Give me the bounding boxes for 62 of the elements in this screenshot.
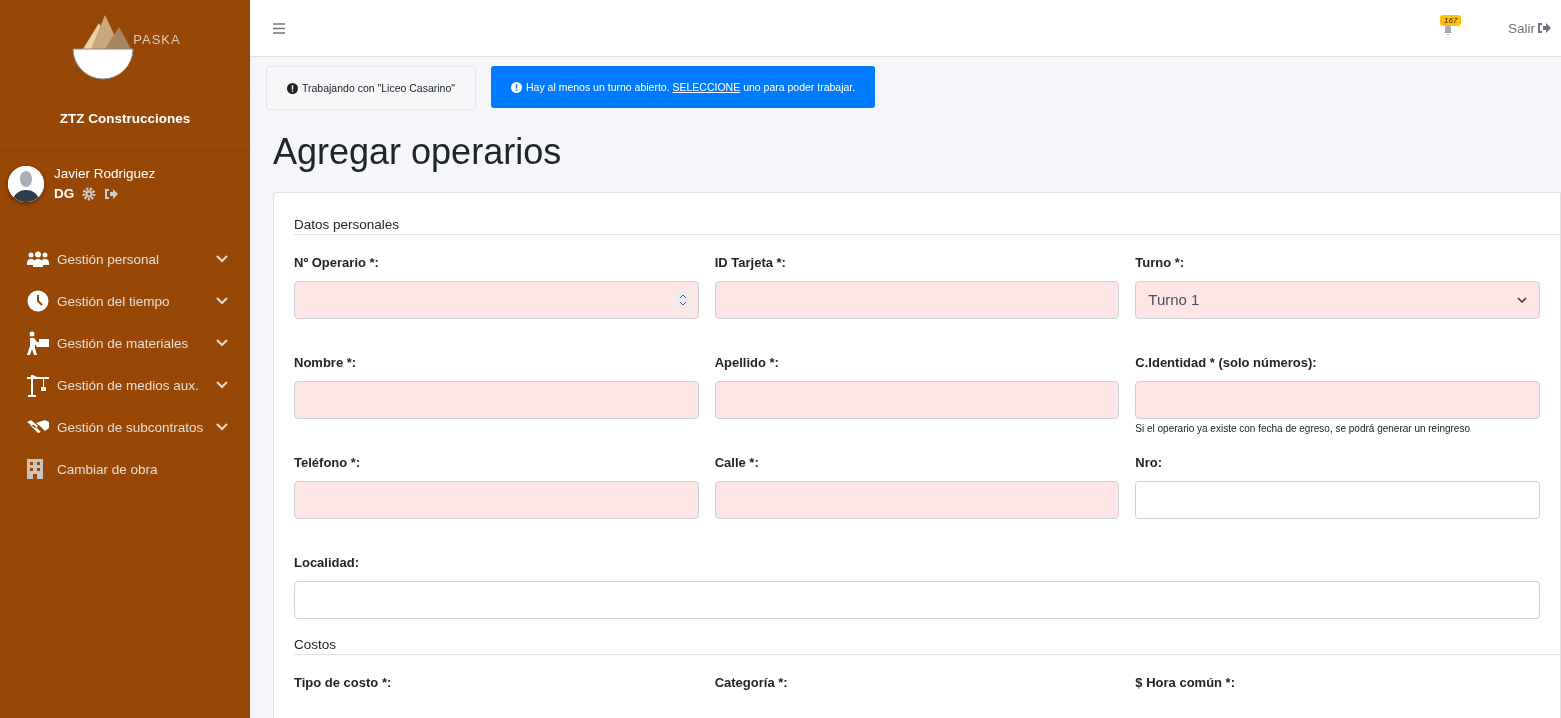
user-name: Javier Rodriguez [54,166,156,181]
text-input[interactable] [294,480,699,519]
settings-icon[interactable] [82,186,97,201]
field-label: Categoría *: [714,674,789,690]
crane-icon [27,373,49,397]
bell-icon[interactable] [1443,24,1453,36]
chevron-down-icon [216,339,228,347]
logout-icon[interactable] [104,187,119,200]
section-heading: Datos personales [294,216,1560,235]
logo-text: PASKA [133,32,181,47]
nav-item[interactable]: Cambiar de obra [27,448,250,490]
select-link[interactable]: SELECCIONE [672,81,741,93]
text-input[interactable] [294,580,1540,619]
text-input[interactable] [1135,480,1540,519]
chevron-down-icon [216,297,228,305]
nav-item[interactable]: Gestión de materiales [27,322,250,364]
field-label: Nº Operario *: [294,254,380,270]
nav-item[interactable]: Gestión personal [27,238,250,280]
field-label: C.Identidad * (solo números): [1135,354,1318,370]
logout-icon [1537,22,1551,34]
nav-item[interactable]: Gestión de medios aux. [27,364,250,406]
text-input[interactable] [1135,380,1540,419]
page-title: Agregar operarios [273,132,563,172]
notification-count: 167 [1440,15,1462,26]
handshake-icon [27,419,49,435]
number-input[interactable] [294,280,699,319]
field-label: Localidad: [294,554,360,570]
spinner-icon[interactable] [675,291,690,308]
building-icon [27,459,43,479]
chevron-down-icon [216,255,228,263]
exclamation-circle-icon [511,81,522,93]
avatar-silhouette-icon [8,166,44,202]
select-dropdown[interactable]: Turno 1 [1135,280,1540,319]
field-label: Tipo de costo *: [294,674,393,690]
person-carrying-box-icon [27,331,49,355]
people-icon [27,251,49,267]
help-text: Si el operario ya existe con fecha de egreso, se podrá generar un reingreso [1135,422,1471,434]
exclamation-circle-icon [287,82,298,94]
text-input[interactable] [714,380,1120,419]
text-input[interactable] [294,380,699,419]
user-role: DG [54,186,75,201]
field-label: Calle *: [714,454,760,470]
chevron-down-icon [216,381,228,389]
logout-link[interactable]: Salir [1508,20,1551,36]
clock-icon [27,290,49,312]
nav-item[interactable]: Gestión de subcontratos [27,406,250,448]
field-label: ID Tarjeta *: [714,254,787,270]
field-label: Teléfono *: [294,454,362,470]
company-name: ZTZ Construcciones [0,92,250,146]
chevron-down-icon [1517,296,1527,303]
info-text: Trabajando con "Liceo Casarino" [302,82,455,94]
field-label: $ Hora común *: [1135,674,1236,690]
chevron-down-icon [216,423,228,431]
field-label: Nombre *: [294,354,358,370]
section-heading: Costos [294,636,1560,655]
alert-text: Hay al menos un turno abierto. SELECCIONE uno para poder trabajar. [526,81,856,93]
text-input[interactable] [714,480,1120,519]
field-label: Apellido *: [714,354,780,370]
field-label: Nro: [1135,454,1164,470]
text-input[interactable] [714,280,1120,319]
nav-item[interactable]: Gestión del tiempo [27,280,250,322]
field-label: Turno *: [1135,254,1186,270]
